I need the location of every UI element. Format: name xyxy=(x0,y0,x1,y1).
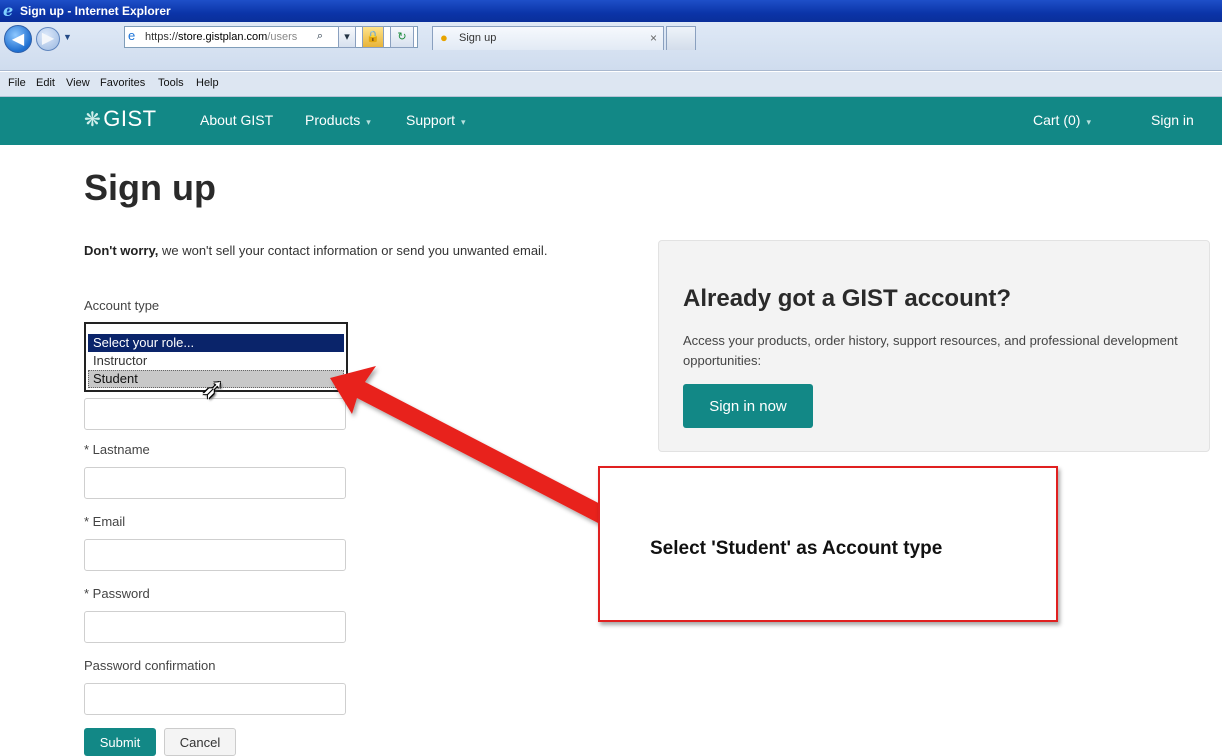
url-protocol: https:// xyxy=(145,31,179,43)
chevron-down-icon: ▾ xyxy=(1086,117,1091,127)
new-tab-button[interactable] xyxy=(666,26,696,50)
close-tab-icon[interactable]: × xyxy=(650,27,657,49)
page-title: Sign up xyxy=(84,167,216,208)
nav-cart[interactable]: Cart (0) ▾ xyxy=(1033,97,1091,145)
forward-button[interactable]: ▶ xyxy=(36,27,60,51)
page-icon: e xyxy=(128,28,136,43)
password-input[interactable] xyxy=(84,611,346,643)
search-icon[interactable]: ⌕ xyxy=(310,26,330,48)
annotation-callout: Select 'Student' as Account type xyxy=(598,466,1058,622)
menu-bar: File Edit View Favorites Tools Help xyxy=(0,72,1222,97)
window-titlebar: e Sign up - Internet Explorer xyxy=(0,0,1222,22)
email-label: * Email xyxy=(84,514,126,529)
password-label: * Password xyxy=(84,586,150,601)
lastname-label: * Lastname xyxy=(84,442,150,457)
forward-arrow-icon: ▶ xyxy=(41,30,55,47)
chevron-down-icon: ▾ xyxy=(366,117,371,127)
existing-account-panel: Already got a GIST account? Access your … xyxy=(658,240,1210,452)
nav-products[interactable]: Products ▾ xyxy=(305,97,371,145)
menu-favorites[interactable]: Favorites xyxy=(100,72,145,94)
role-option-placeholder[interactable]: Select your role... xyxy=(88,334,344,352)
panel-description: Access your products, order history, sup… xyxy=(683,333,1178,368)
back-arrow-icon: ◀ xyxy=(11,31,25,48)
password-confirmation-label: Password confirmation xyxy=(84,658,216,673)
url-path: /users xyxy=(267,31,298,43)
refresh-icon[interactable]: ↻ xyxy=(390,26,414,48)
sign-in-now-button[interactable]: Sign in now xyxy=(683,384,813,428)
tab-favicon-icon: ● xyxy=(440,30,448,45)
menu-view[interactable]: View xyxy=(66,72,90,94)
nav-products-label: Products xyxy=(305,112,361,128)
intro-bold: Don't worry, xyxy=(84,243,159,258)
window-title: Sign up - Internet Explorer xyxy=(20,4,171,18)
nav-cart-label: Cart (0) xyxy=(1033,112,1081,128)
menu-file[interactable]: File xyxy=(8,72,26,94)
submit-button[interactable]: Submit xyxy=(84,728,156,756)
lastname-input[interactable] xyxy=(84,467,346,499)
intro-text: Don't worry, we won't sell your contact … xyxy=(84,242,614,260)
intro-rest: we won't sell your contact information o… xyxy=(158,243,548,258)
brand-logo[interactable]: ❋GIST xyxy=(84,107,157,132)
chevron-down-icon: ▾ xyxy=(461,117,466,127)
nav-support-label: Support xyxy=(406,112,456,128)
annotation-text: Select 'Student' as Account type xyxy=(650,538,943,559)
address-dropdown-icon[interactable]: ▾ xyxy=(338,26,356,48)
internet-explorer-icon: e xyxy=(3,1,14,20)
nav-about-gist[interactable]: About GIST xyxy=(200,97,273,143)
password-confirmation-input[interactable] xyxy=(84,683,346,715)
lock-icon[interactable]: 🔒 xyxy=(362,26,384,48)
nav-sign-in[interactable]: Sign in xyxy=(1151,97,1194,143)
tab-sign-up[interactable]: ● Sign up × xyxy=(432,26,664,50)
account-type-label: Account type xyxy=(84,298,160,313)
brand-name: GIST xyxy=(103,106,157,131)
email-input[interactable] xyxy=(84,539,346,571)
browser-toolbar: ◀ ▶ ▼ e https://store.gistplan.com/users… xyxy=(0,22,1222,71)
mouse-pointer-icon: ➶ xyxy=(201,373,225,404)
panel-title: Already got a GIST account? xyxy=(683,285,1012,312)
back-button[interactable]: ◀ xyxy=(4,25,32,53)
gist-logo-icon: ❋ xyxy=(84,109,102,131)
history-dropdown-icon[interactable]: ▼ xyxy=(63,32,72,42)
tab-title: Sign up xyxy=(459,32,497,44)
site-navbar: ❋GIST About GIST Products ▾ Support ▾ Cart… xyxy=(0,97,1222,145)
nav-support[interactable]: Support ▾ xyxy=(406,97,466,145)
cancel-button[interactable]: Cancel xyxy=(164,728,236,756)
menu-edit[interactable]: Edit xyxy=(36,72,55,94)
role-option-instructor[interactable]: Instructor xyxy=(88,352,344,370)
menu-help[interactable]: Help xyxy=(196,72,219,94)
menu-tools[interactable]: Tools xyxy=(158,72,184,94)
url-host: store.gistplan.com xyxy=(178,31,268,43)
